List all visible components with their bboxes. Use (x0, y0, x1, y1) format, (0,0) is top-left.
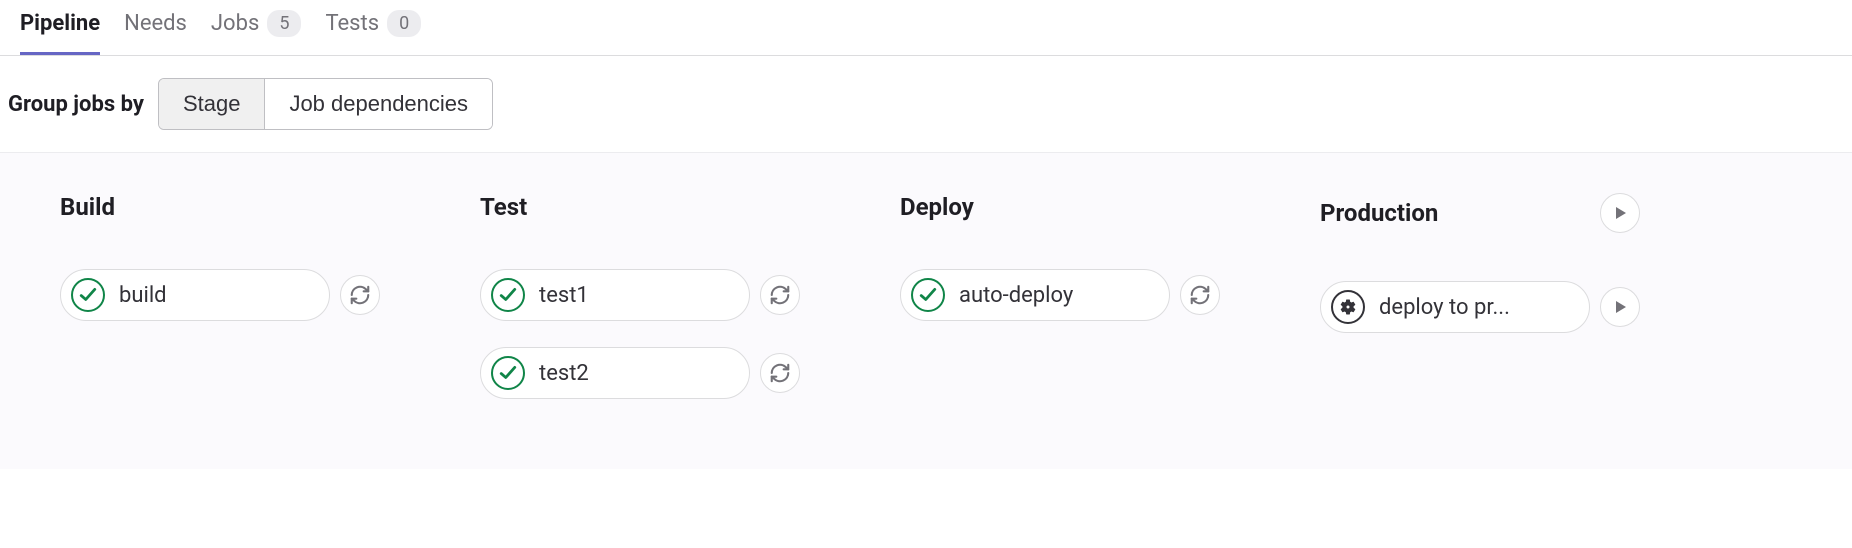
tab-label: Jobs (211, 11, 259, 36)
job-row: auto-deploy (900, 269, 1220, 321)
job-row: build (60, 269, 380, 321)
stage-jobs: deploy to pr... (1320, 281, 1640, 333)
stage-header: Production (1320, 193, 1640, 233)
checkmark-circle-icon (71, 278, 105, 312)
stage-deploy: Deploy auto-deploy (900, 193, 1220, 399)
group-by-row: Group jobs by Stage Job dependencies (0, 56, 1852, 152)
stage-header: Deploy (900, 193, 1220, 221)
tab-label: Tests (325, 11, 379, 36)
tab-pipeline[interactable]: Pipeline (20, 11, 100, 54)
stage-title: Deploy (900, 193, 974, 221)
tab-jobs[interactable]: Jobs 5 (211, 10, 302, 55)
retry-button[interactable] (760, 275, 800, 315)
job-pill[interactable]: deploy to pr... (1320, 281, 1590, 333)
checkmark-circle-icon (491, 356, 525, 390)
stage-build: Build build (60, 193, 380, 399)
play-icon (1612, 205, 1628, 221)
group-by-label: Group jobs by (8, 92, 144, 117)
group-by-segmented: Stage Job dependencies (158, 78, 493, 130)
job-row: deploy to pr... (1320, 281, 1640, 333)
retry-button[interactable] (1180, 275, 1220, 315)
retry-icon (769, 362, 791, 384)
job-name: test2 (539, 361, 589, 386)
job-pill[interactable]: auto-deploy (900, 269, 1170, 321)
group-by-stage-button[interactable]: Stage (159, 79, 265, 129)
play-job-button[interactable] (1600, 287, 1640, 327)
job-name: build (119, 283, 167, 308)
job-row: test1 (480, 269, 800, 321)
stage-jobs: test1 test2 (480, 269, 800, 399)
stage-play-all-button[interactable] (1600, 193, 1640, 233)
job-row: test2 (480, 347, 800, 399)
tab-needs[interactable]: Needs (124, 11, 187, 54)
group-by-dependencies-button[interactable]: Job dependencies (264, 79, 492, 129)
stage-production: Production deploy to pr... (1320, 193, 1640, 399)
stage-jobs: build (60, 269, 380, 321)
retry-icon (349, 284, 371, 306)
stage-title: Production (1320, 199, 1438, 227)
retry-button[interactable] (340, 275, 380, 315)
play-icon (1612, 299, 1628, 315)
job-name: deploy to pr... (1379, 295, 1510, 320)
stage-header: Test (480, 193, 800, 221)
pipeline-tabs: Pipeline Needs Jobs 5 Tests 0 (0, 0, 1852, 56)
stage-title: Build (60, 193, 115, 221)
tab-label: Pipeline (20, 11, 100, 36)
checkmark-circle-icon (911, 278, 945, 312)
checkmark-circle-icon (491, 278, 525, 312)
job-name: test1 (539, 283, 589, 308)
retry-button[interactable] (760, 353, 800, 393)
job-name: auto-deploy (959, 283, 1073, 308)
retry-icon (769, 284, 791, 306)
tab-badge: 5 (267, 10, 301, 37)
tab-label: Needs (124, 11, 187, 36)
job-pill[interactable]: build (60, 269, 330, 321)
stage-header: Build (60, 193, 380, 221)
job-pill[interactable]: test2 (480, 347, 750, 399)
stage-jobs: auto-deploy (900, 269, 1220, 321)
retry-icon (1189, 284, 1211, 306)
pipeline-graph: Build build Test (0, 152, 1852, 469)
tab-tests[interactable]: Tests 0 (325, 10, 421, 55)
job-pill[interactable]: test1 (480, 269, 750, 321)
stage-title: Test (480, 193, 527, 221)
stage-test: Test test1 (480, 193, 800, 399)
tab-badge: 0 (387, 10, 421, 37)
gear-circle-icon (1331, 290, 1365, 324)
